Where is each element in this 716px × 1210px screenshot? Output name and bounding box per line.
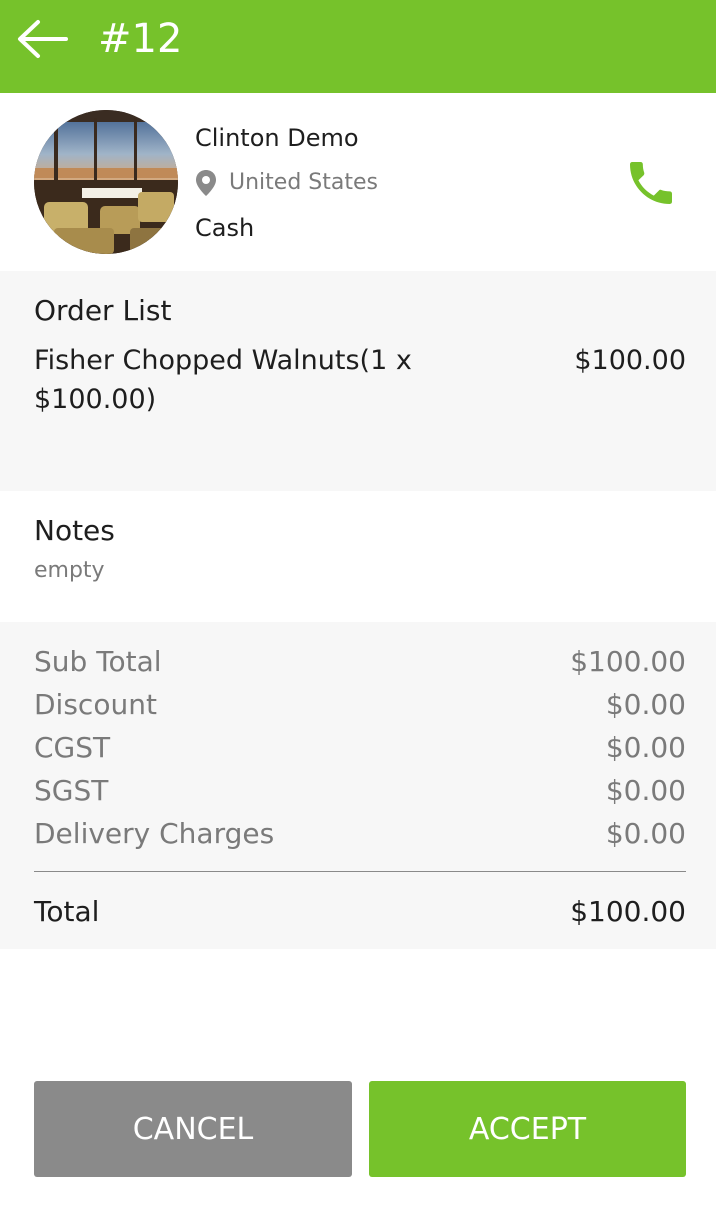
customer-location: United States xyxy=(195,168,378,198)
summary-value: $0.00 xyxy=(605,731,686,764)
accept-button[interactable]: ACCEPT xyxy=(369,1081,686,1177)
restaurant-image xyxy=(34,110,178,254)
summary-value: $100.00 xyxy=(570,645,686,678)
location-text: United States xyxy=(229,170,378,195)
total-value: $100.00 xyxy=(570,895,686,928)
summary-row-discount: Discount $0.00 xyxy=(34,683,686,726)
summary-row-cgst: CGST $0.00 xyxy=(34,726,686,769)
back-button[interactable] xyxy=(14,18,70,60)
summary-row-total: Total $100.00 xyxy=(34,890,686,934)
summary-label: CGST xyxy=(34,731,111,764)
order-item-price: $100.00 xyxy=(574,345,686,376)
app-bar: #12 xyxy=(0,0,716,93)
notes-section: Notes empty xyxy=(0,491,716,622)
summary-label: Discount xyxy=(34,688,157,721)
phone-icon xyxy=(630,162,672,204)
summary-row-delivery: Delivery Charges $0.00 xyxy=(34,812,686,855)
customer-card: Clinton Demo United States Cash xyxy=(0,93,716,271)
summary-label: SGST xyxy=(34,774,109,807)
notes-title: Notes xyxy=(34,514,115,547)
summary-value: $0.00 xyxy=(605,774,686,807)
order-list-section: Order List Fisher Chopped Walnuts(1 x $1… xyxy=(0,271,716,491)
order-list-title: Order List xyxy=(34,294,172,327)
order-number-title: #12 xyxy=(98,16,183,62)
summary-row-sgst: SGST $0.00 xyxy=(34,769,686,812)
price-summary: Sub Total $100.00 Discount $0.00 CGST $0… xyxy=(0,622,716,949)
notes-text: empty xyxy=(34,558,105,583)
summary-divider xyxy=(34,871,686,872)
map-pin-icon xyxy=(195,169,217,197)
call-button[interactable] xyxy=(616,148,686,218)
summary-value: $0.00 xyxy=(605,817,686,850)
summary-value: $0.00 xyxy=(605,688,686,721)
arrow-left-icon xyxy=(18,20,68,58)
customer-name: Clinton Demo xyxy=(195,124,359,152)
order-item-description: Fisher Chopped Walnuts(1 x $100.00) xyxy=(34,345,412,415)
summary-label: Delivery Charges xyxy=(34,817,275,850)
payment-method: Cash xyxy=(195,214,255,242)
total-label: Total xyxy=(34,895,100,928)
summary-row-subtotal: Sub Total $100.00 xyxy=(34,640,686,683)
summary-label: Sub Total xyxy=(34,645,162,678)
cancel-button[interactable]: CANCEL xyxy=(34,1081,352,1177)
